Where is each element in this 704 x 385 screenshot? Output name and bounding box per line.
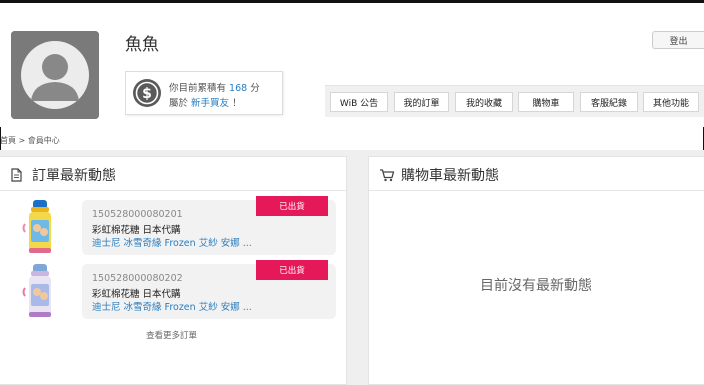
dollar-coin-icon: $	[133, 79, 161, 107]
order-card[interactable]: 已出貨 150528000080201 彩虹棉花糖 日本代購 迪士尼 冰雪奇緣 …	[82, 196, 336, 255]
empty-state-message: 目前沒有最新動態	[480, 278, 592, 294]
order-number: 150528000080201	[92, 209, 183, 220]
divider	[0, 190, 346, 191]
order-card[interactable]: 已出貨 150528000080202 彩虹棉花糖 日本代購 迪士尼 冰雪奇緣 …	[82, 260, 336, 319]
product-thumbnail[interactable]	[16, 198, 64, 258]
divider	[369, 190, 704, 191]
view-more-orders-link[interactable]: 查看更多訂單	[146, 329, 197, 341]
order-description-link[interactable]: 迪士尼 冰雪奇緣 Frozen 艾紗 安娜 ...	[92, 235, 252, 249]
level-line: 屬於 新手買友 ！	[169, 95, 242, 109]
points-value: 168	[229, 83, 248, 94]
breadcrumb: 首頁 > 會員中心	[0, 136, 60, 145]
avatar[interactable]	[11, 31, 99, 119]
orders-panel-title: 訂單最新動態	[32, 168, 116, 184]
logout-button[interactable]: 登出	[652, 31, 704, 49]
nav-service-records[interactable]: 客服紀錄	[580, 92, 638, 112]
cart-panel-title: 購物車最新動態	[401, 168, 499, 184]
shopping-cart-icon	[380, 169, 395, 182]
level-link[interactable]: 新手買友	[191, 98, 229, 109]
document-icon	[11, 168, 22, 182]
level-prefix: 屬於	[169, 98, 189, 109]
points-summary: $ 你目前累積有 168 分 屬於 新手買友 ！	[125, 71, 283, 115]
nav-wib-announcements[interactable]: WiB 公告	[330, 92, 388, 112]
order-description-link[interactable]: 迪士尼 冰雪奇緣 Frozen 艾紗 安娜 ...	[92, 299, 252, 313]
nav-my-favorites[interactable]: 我的收藏	[455, 92, 513, 112]
order-number: 150528000080202	[92, 273, 183, 284]
nav-my-orders[interactable]: 我的訂單	[394, 92, 449, 112]
nav-other-functions[interactable]: 其他功能	[643, 92, 699, 112]
status-badge: 已出貨	[256, 260, 328, 280]
points-prefix: 你目前累積有	[169, 83, 227, 94]
member-nav: WiB 公告 我的訂單 我的收藏 購物車 客服紀錄 其他功能	[325, 85, 704, 117]
level-suffix: ！	[232, 98, 242, 109]
username: 魚魚	[125, 35, 159, 55]
order-name: 彩虹棉花糖 日本代購	[92, 225, 181, 236]
nav-shopping-cart[interactable]: 購物車	[518, 92, 574, 112]
order-name: 彩虹棉花糖 日本代購	[92, 289, 181, 300]
user-silhouette-icon	[11, 31, 99, 119]
status-badge: 已出貨	[256, 196, 328, 216]
svg-text:$: $	[142, 86, 152, 102]
points-line: 你目前累積有 168 分	[169, 80, 260, 94]
product-thumbnail[interactable]	[16, 262, 64, 322]
points-unit: 分	[250, 83, 260, 94]
cart-panel: 購物車最新動態 目前沒有最新動態	[368, 156, 704, 385]
